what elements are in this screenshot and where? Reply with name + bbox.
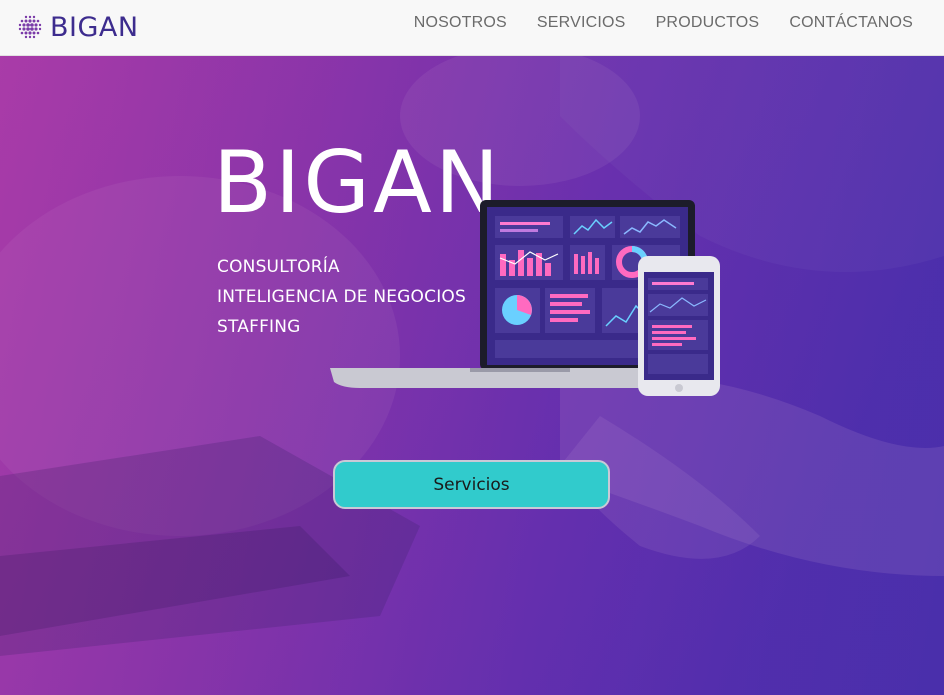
brand-name: BIGAN (50, 11, 139, 43)
nav-link-productos[interactable]: PRODUCTOS (656, 14, 760, 32)
nav-link-nosotros[interactable]: NOSOTROS (414, 14, 507, 32)
devices-illustration (330, 200, 720, 396)
hero-section: BIGAN CONSULTORÍA INTELIGENCIA DE NEGOCI… (0, 56, 944, 695)
brand-logo[interactable]: BIGAN (16, 10, 139, 44)
navbar: BIGAN NOSOTROS SERVICIOS PRODUCTOS CONTÁ… (0, 0, 944, 56)
main-nav: NOSOTROS SERVICIOS PRODUCTOS CONTÁCTANOS (414, 0, 913, 46)
bigan-logo-dots-icon (18, 15, 42, 39)
nav-link-contactanos[interactable]: CONTÁCTANOS (789, 14, 913, 32)
servicios-button[interactable]: Servicios (333, 460, 610, 509)
nav-link-servicios[interactable]: SERVICIOS (537, 14, 626, 32)
